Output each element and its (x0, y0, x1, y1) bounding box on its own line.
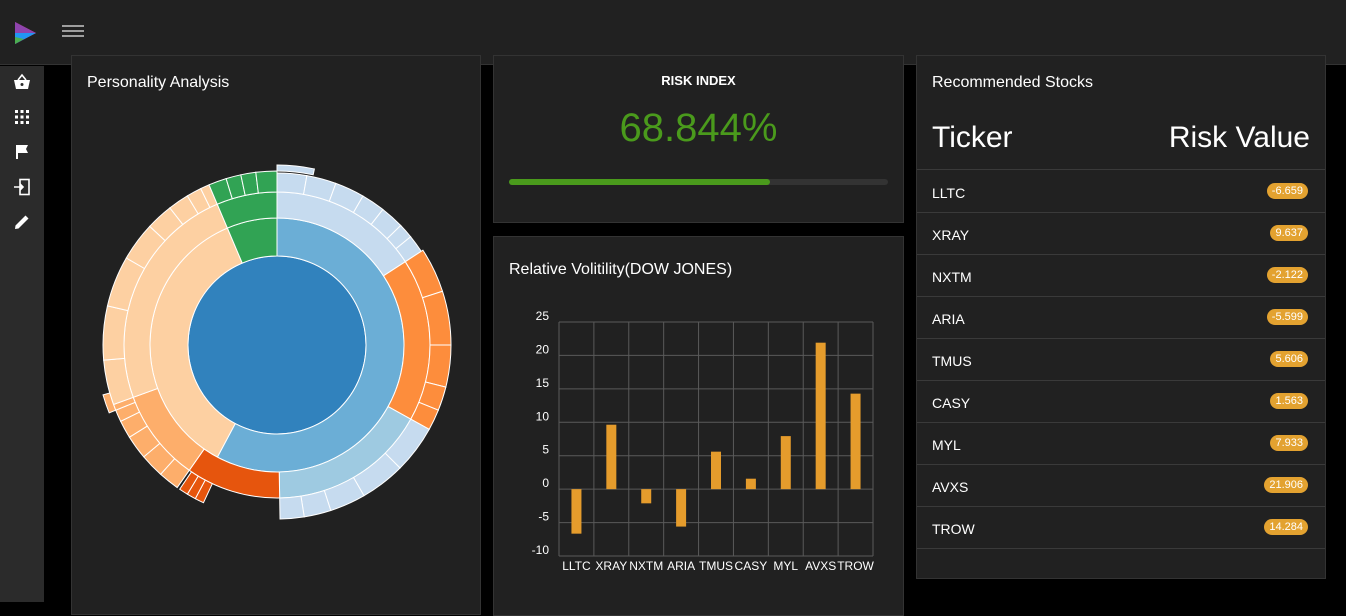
pencil-icon[interactable] (13, 213, 31, 231)
x-tick-label: TROW (837, 559, 874, 573)
stock-ticker: ARIA (932, 311, 965, 327)
bar-avxs[interactable] (815, 342, 826, 490)
stock-ticker: NXTM (932, 269, 972, 285)
recommended-stocks-card: Recommended Stocks Ticker Risk Value LLT… (916, 55, 1326, 579)
flag-icon[interactable] (13, 143, 31, 161)
bar-aria[interactable] (676, 489, 687, 527)
y-tick-label: 20 (536, 342, 550, 356)
risk-value-badge: 1.563 (1270, 393, 1308, 409)
personality-title: Personality Analysis (87, 74, 230, 91)
stock-ticker: TROW (932, 521, 975, 537)
sidebar (0, 66, 44, 602)
risk-value-badge: -5.599 (1266, 309, 1308, 325)
stock-row[interactable]: MYL 7.933 (917, 423, 1325, 465)
bar-lltc[interactable] (571, 489, 582, 534)
sunburst-segment[interactable] (255, 170, 278, 194)
stock-ticker: LLTC (932, 185, 966, 201)
sunburst-segment[interactable] (279, 495, 305, 520)
risk-value-badge: 9.637 (1270, 225, 1308, 241)
bar-casy[interactable] (745, 478, 756, 490)
y-tick-label: 15 (536, 376, 550, 390)
y-tick-label: 10 (536, 409, 550, 423)
x-tick-label: XRAY (595, 559, 627, 573)
risk-index-title: RISK INDEX (661, 73, 736, 88)
stock-row[interactable]: CASY 1.563 (917, 381, 1325, 423)
stocks-table-header: Ticker Risk Value (917, 116, 1325, 170)
bar-xray[interactable] (606, 424, 617, 490)
recommended-title: Recommended Stocks (932, 74, 1093, 91)
stock-row[interactable]: TROW 14.284 (917, 507, 1325, 549)
stock-row[interactable]: TMUS 5.606 (917, 339, 1325, 381)
risk-value-badge: -6.659 (1266, 183, 1308, 199)
apps-grid-icon[interactable] (13, 108, 31, 126)
x-tick-label: MYL (773, 559, 798, 573)
stock-row[interactable]: AVXS 21.906 (917, 465, 1325, 507)
risk-value-badge: 14.284 (1264, 519, 1308, 535)
x-tick-label: AVXS (805, 559, 836, 573)
play-logo-icon[interactable] (12, 20, 38, 46)
risk-value-badge: 7.933 (1270, 435, 1308, 451)
y-tick-label: -5 (538, 510, 549, 524)
login-icon[interactable] (13, 178, 31, 196)
volatility-bar-chart: 25 20 15 10 5 0 -5 -10 LLTC XRAY NXTM ARIA TMUS CASY M… (532, 309, 875, 573)
y-tick-label: 5 (542, 443, 549, 457)
stock-ticker: CASY (932, 395, 971, 411)
hamburger-menu-icon[interactable] (60, 22, 86, 44)
x-tick-label: ARIA (667, 559, 695, 573)
risk-progress-bar (509, 179, 888, 185)
bar-myl[interactable] (780, 436, 791, 490)
risk-index-card: RISK INDEX 68.844% (493, 55, 904, 223)
x-tick-label: TMUS (699, 559, 733, 573)
y-tick-label: 25 (536, 309, 550, 323)
shopping-basket-icon[interactable] (13, 73, 31, 91)
stock-row[interactable]: ARIA -5.599 (917, 297, 1325, 339)
risk-progress-fill (509, 179, 770, 185)
personality-analysis-card: Personality Analysis (71, 55, 481, 615)
x-tick-label: CASY (735, 559, 768, 573)
sunburst-segment[interactable] (276, 172, 308, 195)
risk-value-badge: -2.122 (1266, 267, 1308, 283)
y-tick-label: -10 (532, 543, 550, 557)
stock-row[interactable]: XRAY 9.637 (917, 213, 1325, 255)
bar-nxtm[interactable] (641, 489, 652, 504)
sunburst-segment[interactable] (102, 305, 129, 361)
risk-value-badge: 21.906 (1264, 477, 1308, 493)
risk-value-column-header: Risk Value (1168, 121, 1310, 154)
stock-ticker: MYL (932, 437, 961, 453)
volatility-card: Relative Volitility(DOW JONES) 25 20 15 10 5… (493, 236, 904, 616)
stock-ticker: XRAY (932, 227, 970, 243)
bar-trow[interactable] (850, 393, 861, 490)
risk-index-value: 68.844% (619, 106, 778, 150)
x-tick-label: NXTM (629, 559, 663, 573)
stock-row[interactable]: NXTM -2.122 (917, 255, 1325, 297)
personality-sunburst-chart (102, 164, 452, 520)
stock-ticker: AVXS (932, 479, 969, 495)
volatility-title: Relative Volitility(DOW JONES) (509, 261, 733, 278)
bar-tmus[interactable] (711, 451, 721, 490)
y-tick-label: 0 (542, 476, 549, 490)
sunburst-center[interactable] (187, 255, 367, 435)
stock-row[interactable]: LLTC -6.659 (917, 171, 1325, 213)
x-tick-label: LLTC (562, 559, 591, 573)
ticker-column-header: Ticker (932, 121, 1013, 154)
stock-ticker: TMUS (932, 353, 972, 369)
risk-value-badge: 5.606 (1270, 351, 1308, 367)
